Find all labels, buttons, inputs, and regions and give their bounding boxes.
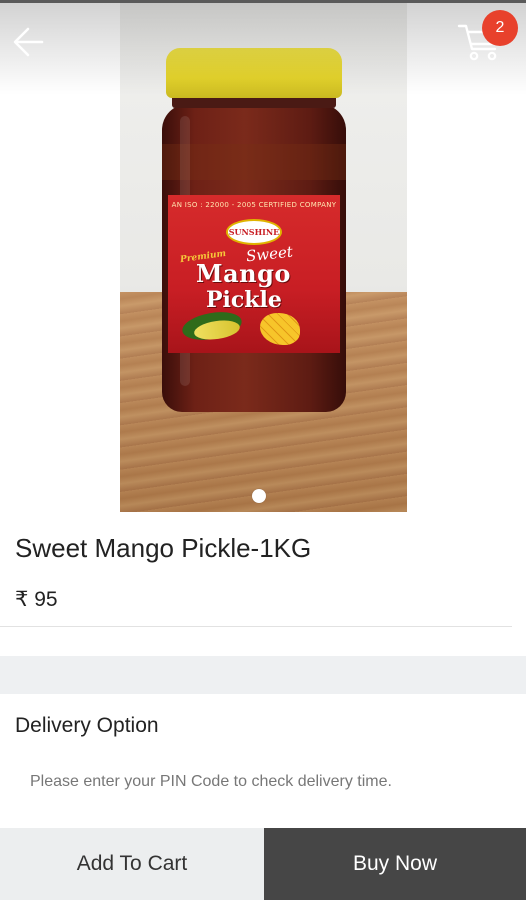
label-pickle: Pickle (206, 287, 282, 313)
label-certification: AN ISO : 22000 - 2005 CERTIFIED COMPANY (171, 201, 337, 209)
pin-code-hint[interactable]: Please enter your PIN Code to check deli… (30, 773, 392, 791)
buy-now-button[interactable]: Buy Now (264, 828, 526, 900)
status-bar-edge (0, 0, 526, 3)
product-image-gallery[interactable]: AN ISO : 22000 - 2005 CERTIFIED COMPANY … (0, 0, 526, 512)
product-price: ₹ 95 (15, 588, 58, 611)
header-overlay (0, 0, 526, 95)
product-title: Sweet Mango Pickle-1KG (15, 533, 312, 563)
divider (0, 626, 512, 627)
back-button[interactable] (8, 22, 50, 62)
cart-count-badge: 2 (482, 10, 518, 46)
arrow-left-icon (13, 27, 44, 57)
section-separator (0, 656, 526, 694)
delivery-option-heading: Delivery Option (15, 714, 159, 737)
action-bar: Add To Cart Buy Now (0, 828, 526, 900)
label-mango: Mango (196, 259, 291, 288)
jar-label: AN ISO : 22000 - 2005 CERTIFIED COMPANY … (168, 195, 340, 353)
brand-logo: SUNSHINE (226, 219, 282, 245)
label-brand: SUNSHINE (228, 227, 280, 237)
carousel-dot-active[interactable] (252, 489, 266, 503)
add-to-cart-button[interactable]: Add To Cart (0, 828, 264, 900)
mango-cut-illustration (260, 313, 300, 345)
pickle-jar: AN ISO : 22000 - 2005 CERTIFIED COMPANY … (162, 48, 346, 418)
